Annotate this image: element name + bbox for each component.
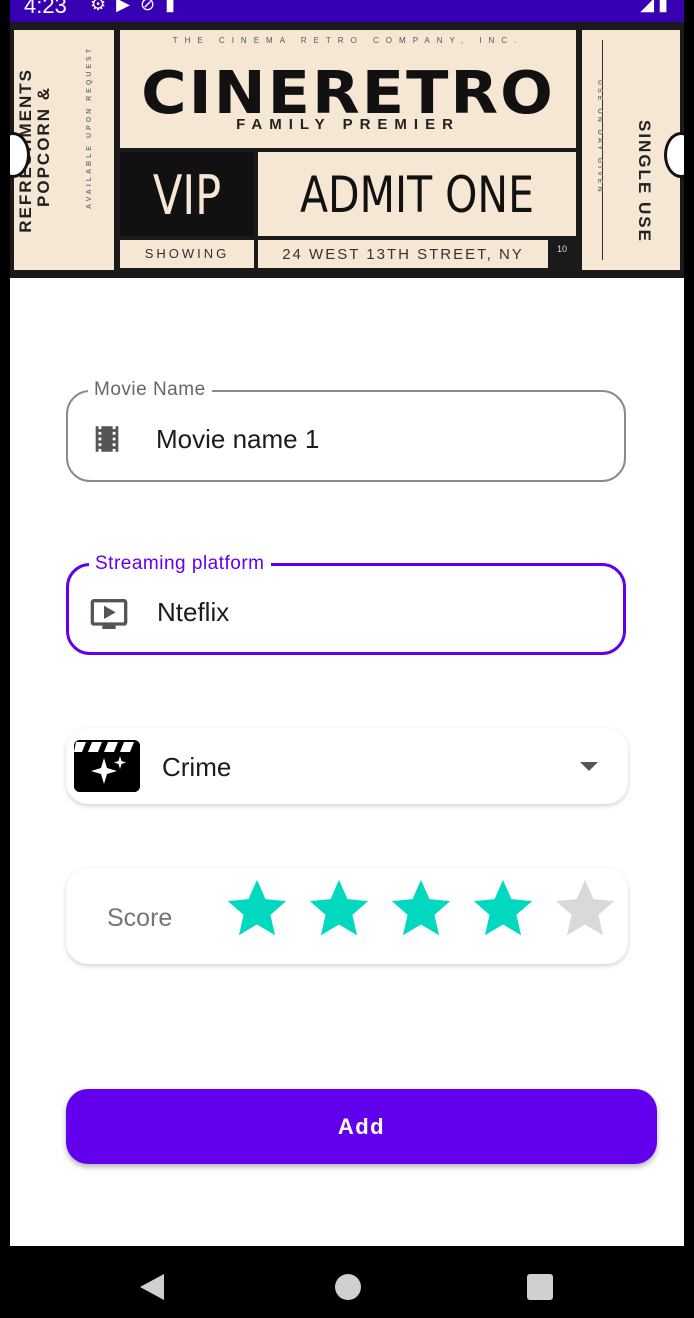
status-bar: 4:23 ⚙▶⊘▮ ◢▮ [10, 0, 684, 22]
star-icon-1[interactable] [222, 874, 292, 944]
streaming-platform-field[interactable]: Streaming platform Nteflix [66, 553, 626, 655]
star-icon-2[interactable] [304, 874, 374, 944]
film-strip-icon [95, 426, 119, 452]
ticket-vip-text: VIP [152, 164, 222, 227]
ticket-address-text: 24 WEST 13TH STREET, NY [282, 246, 524, 263]
score-card: Score [66, 868, 628, 964]
back-icon[interactable] [140, 1274, 164, 1300]
no-data-icon: ⊘ [139, 0, 166, 14]
gear-icon: ⚙ [90, 0, 117, 14]
status-time: 4:23 [24, 0, 67, 18]
ticket-admit: ADMIT ONE [258, 152, 576, 236]
ticket-company: THE CINEMA RETRO COMPANY, INC. [172, 36, 524, 45]
movie-name-input[interactable]: Movie name 1 [156, 424, 319, 455]
star-icon-5[interactable] [550, 874, 620, 944]
ticket-number: 10 [556, 244, 567, 254]
ticket-banner: AVAILABLE UPON REQUEST POPCORN & REFRESH… [10, 22, 684, 278]
ticket-popcorn-text: POPCORN & [34, 86, 53, 207]
signal-icon: ◢ [640, 0, 659, 14]
ticket-header: THE CINEMA RETRO COMPANY, INC. CINERETRO… [120, 30, 576, 148]
movie-name-field[interactable]: Movie Name Movie name 1 [66, 379, 626, 482]
ticket-subtitle: FAMILY PREMIER [236, 116, 460, 133]
clapperboard-sparkle-icon [74, 740, 140, 792]
score-label: Score [107, 904, 173, 932]
movie-name-label: Movie Name [88, 379, 212, 401]
status-icons-left: ⚙▶⊘▮ [90, 0, 185, 15]
ticket-admit-text: ADMIT ONE [299, 166, 535, 224]
ticket-address: 24 WEST 13TH STREET, NY [258, 240, 548, 268]
status-icons-right: ◢▮ [640, 0, 672, 15]
home-icon[interactable] [335, 1274, 361, 1300]
ticket-showing-text: SHOWING [144, 246, 230, 261]
recents-icon[interactable] [527, 1274, 553, 1300]
app-screen: 4:23 ⚙▶⊘▮ ◢▮ AVAILABLE UPON REQUEST POPC… [10, 0, 684, 1246]
star-icon-4[interactable] [468, 874, 538, 944]
battery-icon: ▮ [658, 0, 672, 14]
star-icon-3[interactable] [386, 874, 456, 944]
sd-card-icon: ▮ [165, 0, 185, 14]
genre-selected-value: Crime [162, 752, 232, 782]
streaming-platform-label: Streaming platform [89, 553, 271, 575]
ticket-single-use-text: SINGLE USE [635, 120, 654, 243]
ticket-available-text: AVAILABLE UPON REQUEST [86, 46, 93, 209]
streaming-platform-input[interactable]: Nteflix [157, 597, 229, 628]
genre-dropdown[interactable]: Crime [66, 728, 628, 804]
add-button[interactable]: Add [66, 1089, 657, 1164]
tv-play-icon [90, 599, 128, 629]
ticket-showing: SHOWING [120, 240, 254, 268]
ticket-use-day-text: USE ON DAY GIVEN [596, 80, 603, 195]
chevron-down-icon[interactable] [580, 762, 598, 771]
ticket-vip: VIP [120, 152, 254, 236]
play-protect-icon: ▶ [116, 0, 140, 14]
